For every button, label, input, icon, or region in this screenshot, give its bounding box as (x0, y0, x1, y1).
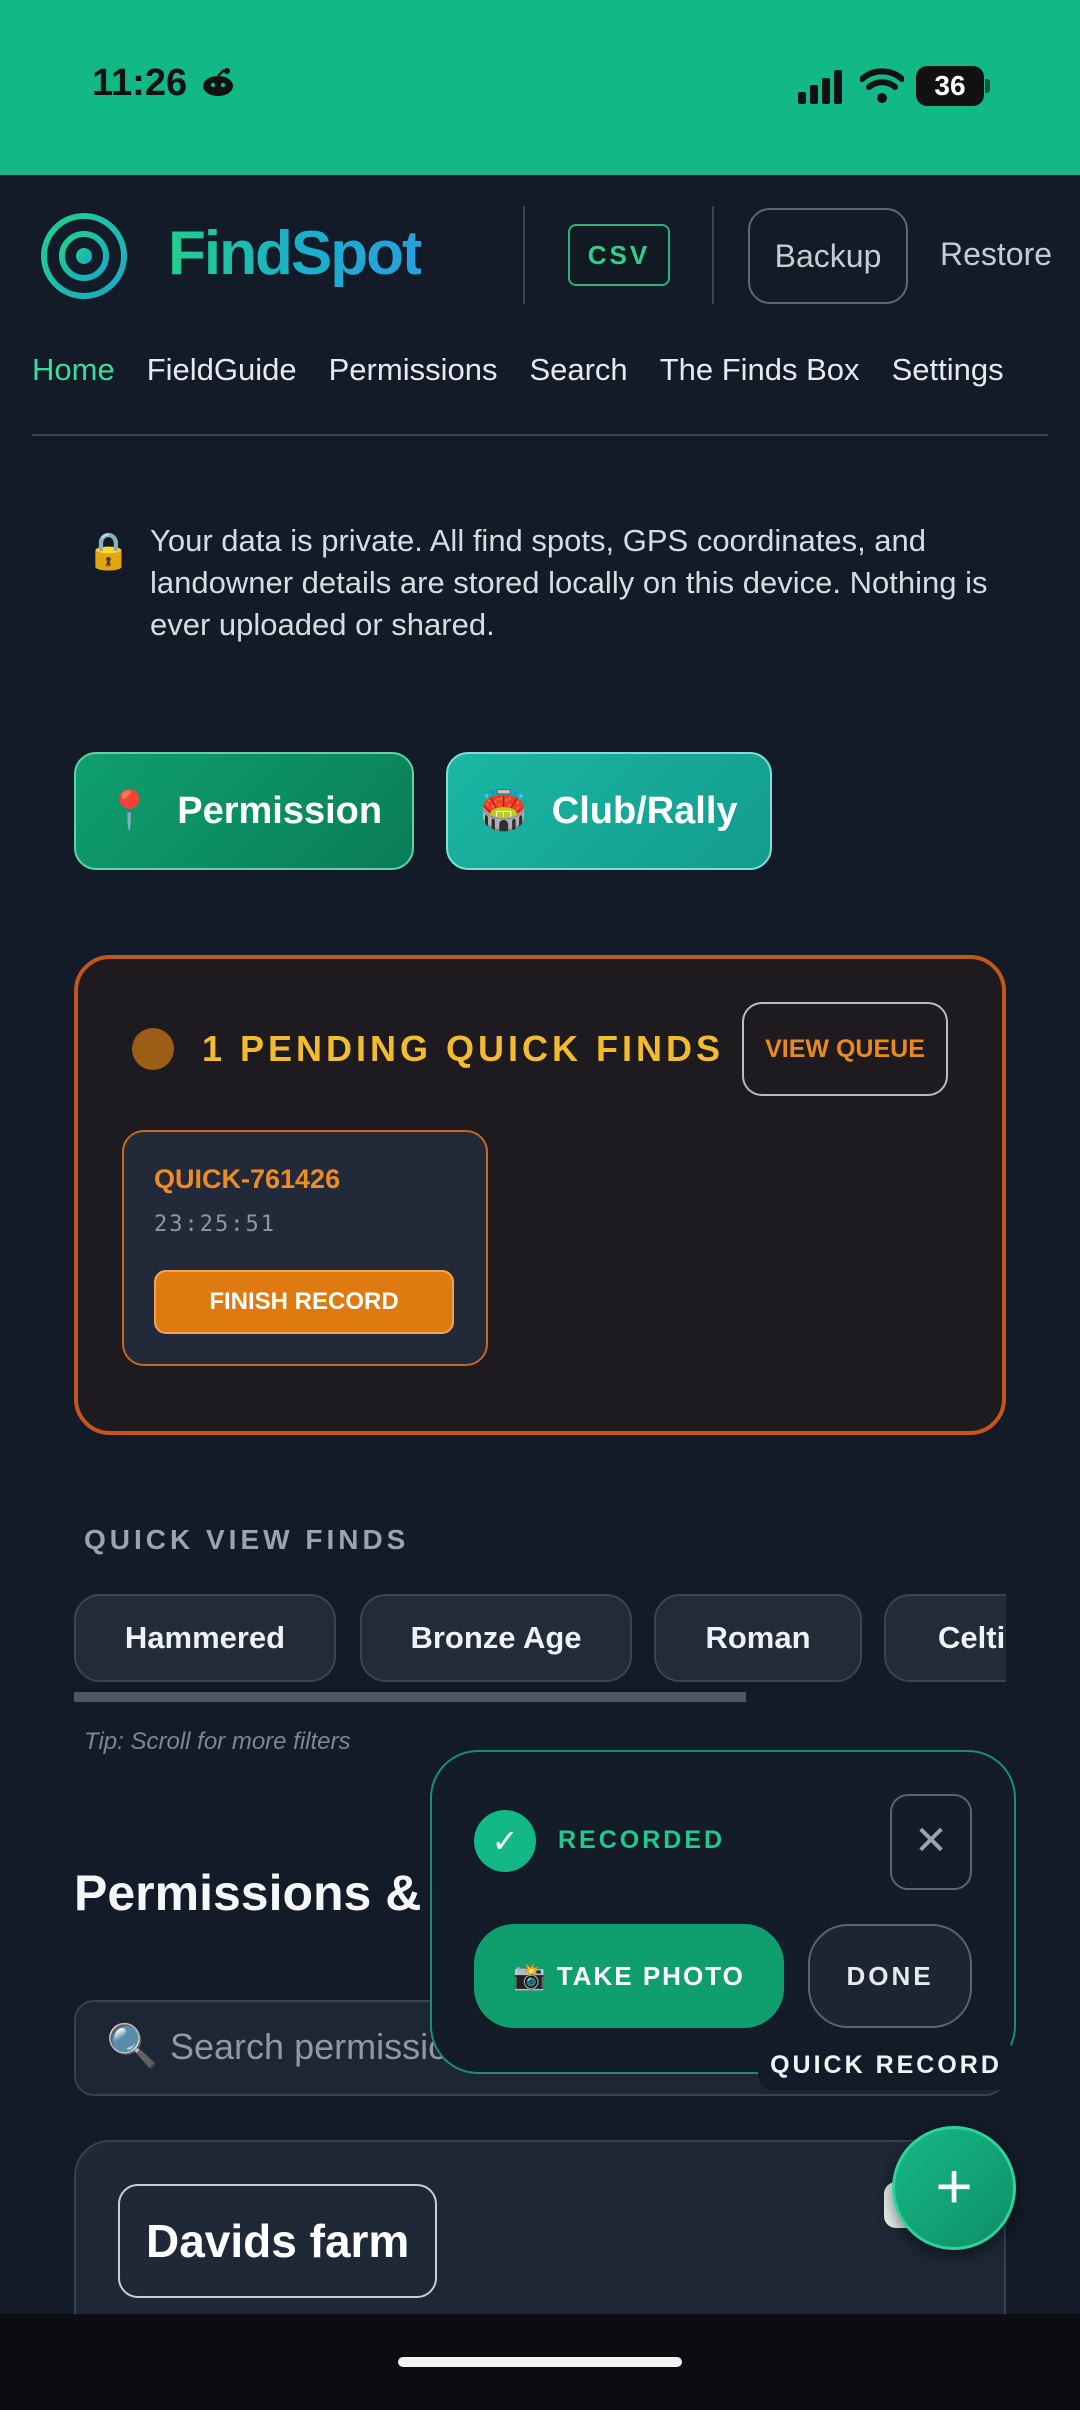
quick-view-title: QUICK VIEW FINDS (84, 1524, 410, 1555)
backup-button[interactable]: Backup (748, 208, 908, 304)
nav-divider (32, 434, 1048, 436)
status-time: 11:26 (92, 62, 188, 104)
check-icon: ✓ (474, 1810, 536, 1872)
battery-level: 36 (916, 66, 984, 106)
header-divider (523, 206, 525, 304)
reddit-notification-icon (203, 68, 233, 96)
nav-search[interactable]: Search (529, 352, 627, 388)
privacy-notice: Your data is private. All find spots, GP… (150, 523, 988, 642)
chip-roman[interactable]: Roman (654, 1594, 862, 1682)
status-bar: 11:26 36 (0, 0, 1080, 175)
quick-find-id: QUICK-761426 (154, 1164, 341, 1194)
chip-bronze-age[interactable]: Bronze Age (360, 1594, 632, 1682)
chip-hammered[interactable]: Hammered (74, 1594, 336, 1682)
home-indicator[interactable] (398, 2357, 682, 2367)
search-icon: 🔍 (106, 2022, 159, 2069)
header-divider (712, 206, 714, 304)
add-permission-button[interactable]: 📍 Permission (74, 752, 414, 870)
quick-find-time: 23:25:51 (154, 1212, 276, 1237)
wifi-icon (860, 68, 904, 103)
done-button[interactable]: DONE (808, 1924, 972, 2028)
nav-home[interactable]: Home (32, 352, 115, 388)
quick-view-chips[interactable]: Hammered Bronze Age Roman Celtic (74, 1594, 1006, 1682)
view-queue-button[interactable]: VIEW QUEUE (742, 1002, 948, 1096)
nav-settings[interactable]: Settings (892, 352, 1004, 388)
add-permission-label: Permission (177, 789, 383, 832)
permission-name: Davids farm (118, 2184, 438, 2298)
pending-indicator-dot (132, 1028, 174, 1070)
nav-permissions[interactable]: Permissions (329, 352, 498, 388)
quick-record-label: QUICK RECORD (758, 2040, 1014, 2090)
close-popup-button[interactable]: ✕ (890, 1794, 972, 1890)
take-photo-button[interactable]: 📸 TAKE PHOTO (474, 1924, 784, 2028)
quick-record-fab[interactable]: + (892, 2126, 1016, 2250)
add-club-rally-label: Club/Rally (551, 789, 738, 832)
csv-export-button[interactable]: CSV (568, 224, 670, 286)
scroll-tip: Tip: Scroll for more filters (84, 1728, 351, 1755)
chips-scrollbar[interactable] (74, 1692, 746, 1702)
lock-icon: 🔒 (86, 530, 131, 571)
nav-fieldguide[interactable]: FieldGuide (147, 352, 297, 388)
add-club-rally-button[interactable]: 🏟️ Club/Rally (446, 752, 772, 870)
stadium-icon: 🏟️ (480, 790, 528, 832)
recorded-status: RECORDED (558, 1826, 726, 1854)
crosshair-logo-icon (36, 208, 132, 304)
search-placeholder: Search permissio (170, 2026, 449, 2067)
restore-button[interactable]: Restore (940, 236, 1052, 273)
chip-celtic[interactable]: Celtic (884, 1594, 1006, 1682)
main-nav: Home FieldGuide Permissions Search The F… (32, 352, 1004, 388)
pending-title: 1 PENDING QUICK FINDS (202, 1028, 725, 1069)
battery-icon: 36 (916, 66, 990, 106)
app-title: FindSpot (168, 219, 423, 288)
permissions-heading: Permissions & (74, 1865, 422, 1921)
finish-record-button[interactable]: FINISH RECORD (154, 1270, 454, 1334)
pin-icon: 📍 (105, 790, 154, 832)
signal-icon (798, 70, 842, 104)
nav-finds-box[interactable]: The Finds Box (660, 352, 860, 388)
